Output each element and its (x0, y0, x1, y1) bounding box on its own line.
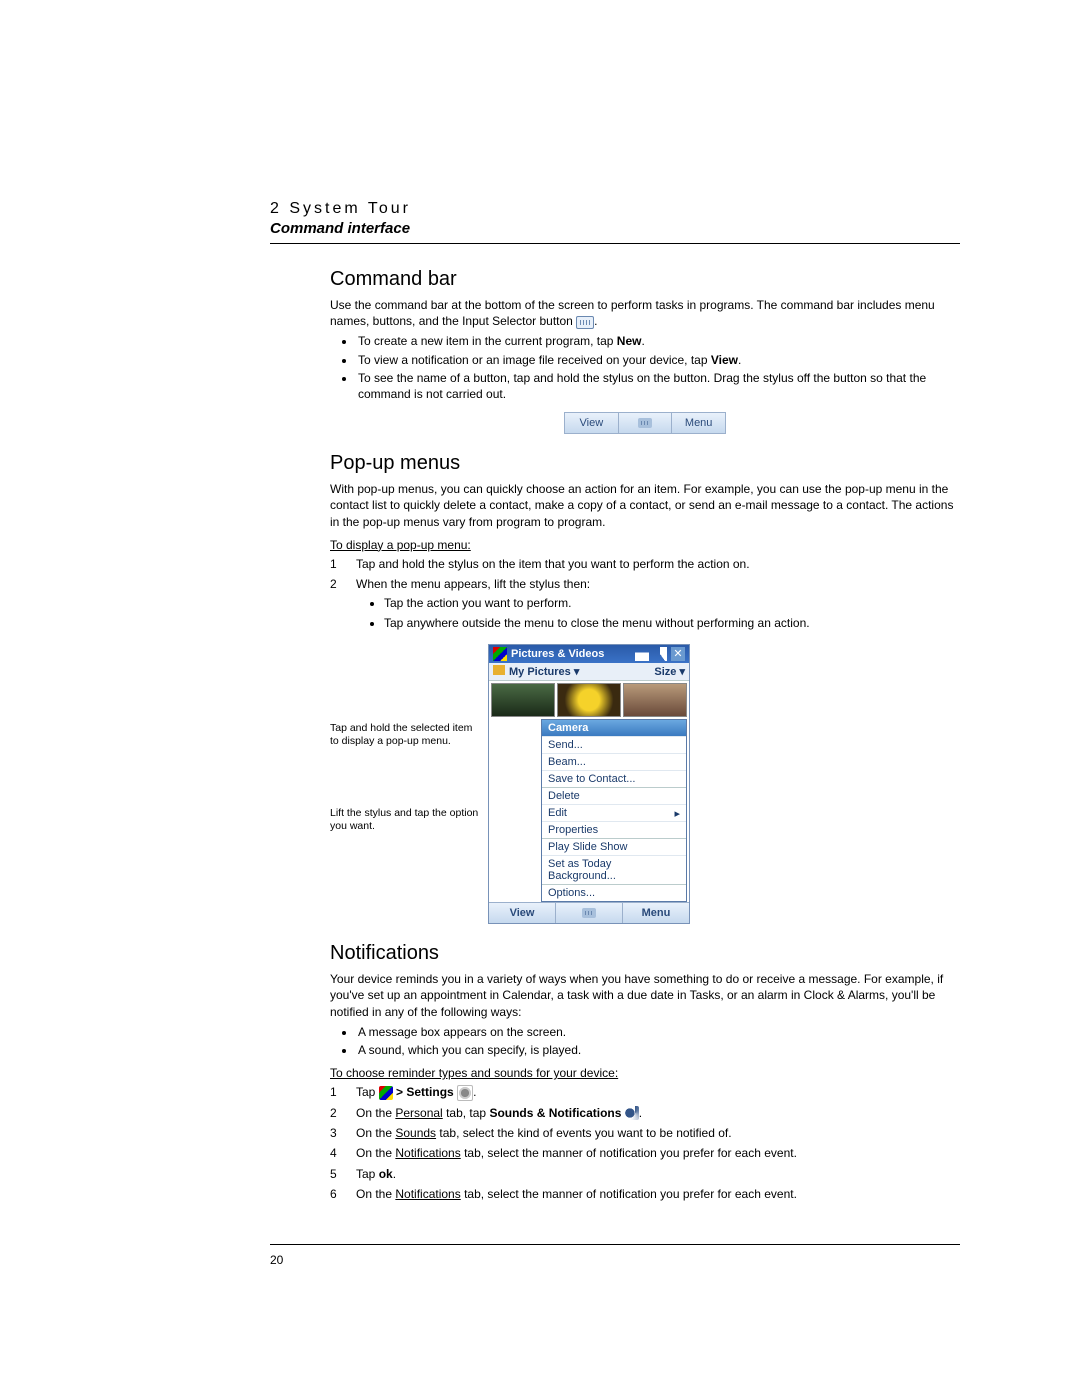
step: On the Notifications tab, select the man… (330, 1145, 960, 1162)
step: When the menu appears, lift the stylus t… (330, 576, 960, 632)
menu-item: Properties (542, 821, 686, 838)
device-menu-button: Menu (623, 903, 689, 923)
start-flag-icon (379, 1086, 393, 1100)
popup-figure: Tap and hold the selected item to displa… (330, 644, 960, 924)
section-title: Command interface (270, 220, 960, 237)
context-menu: Camera Send... Beam... Save to Contact..… (541, 719, 687, 902)
start-icon (493, 647, 507, 661)
device-titlebar: Pictures & Videos ✕ (489, 645, 689, 663)
device-command-bar: View Menu (489, 902, 689, 923)
menu-item: Save to Contact... (542, 770, 686, 787)
substep: Tap anywhere outside the menu to close t… (384, 615, 960, 632)
menu-item: Set as Today Background... (542, 855, 686, 884)
thumbnail (491, 683, 555, 717)
menu-item: Edit▸ (542, 804, 686, 821)
volume-icon (653, 647, 667, 661)
cmdbar-menu-button: Menu (672, 413, 725, 433)
header-rule (270, 243, 960, 244)
step: Tap ok. (330, 1166, 960, 1183)
thumbnail (557, 683, 621, 717)
document-page: 2 System Tour Command interface Command … (0, 0, 1080, 1347)
menu-item: Play Slide Show (542, 838, 686, 855)
menu-item: Delete (542, 787, 686, 804)
step: On the Personal tab, tap Sounds & Notifi… (330, 1105, 960, 1122)
device-view-button: View (489, 903, 556, 923)
step: On the Notifications tab, select the man… (330, 1186, 960, 1203)
figure-callouts: Tap and hold the selected item to displa… (330, 644, 488, 892)
input-selector-icon (576, 316, 594, 329)
command-bar-bullets: To create a new item in the current prog… (330, 333, 960, 402)
substep: Tap the action you want to perform. (384, 595, 960, 612)
step: On the Sounds tab, select the kind of ev… (330, 1125, 960, 1142)
chapter-title: 2 System Tour (270, 200, 960, 218)
bullet: A message box appears on the screen. (356, 1024, 960, 1040)
close-icon: ✕ (671, 647, 685, 661)
paragraph-popup: With pop-up menus, you can quickly choos… (330, 481, 960, 530)
cmdbar-view-button: View (565, 413, 619, 433)
device-subbar: My Pictures ▾ Size ▾ (489, 663, 689, 681)
command-bar-figure: View Menu (564, 412, 726, 434)
heading-notifications: Notifications (330, 942, 960, 965)
folder-icon (493, 665, 505, 675)
signal-icon (635, 647, 649, 661)
step: Tap > Settings . (330, 1084, 960, 1101)
callout-text: Tap and hold the selected item to displa… (330, 722, 480, 747)
dropdown-icon: ▾ (574, 666, 580, 678)
instruction-title-popup: To display a pop-up menu: (330, 538, 960, 552)
thumbnail (623, 683, 687, 717)
chevron-right-icon: ▸ (674, 807, 680, 820)
device-screenshot: Pictures & Videos ✕ My Pictures ▾ Size ▾ (488, 644, 690, 924)
footer-rule (270, 1244, 960, 1245)
sounds-icon (625, 1106, 639, 1120)
menu-item: Options... (542, 884, 686, 901)
notification-steps: Tap > Settings . On the Personal tab, ta… (330, 1084, 960, 1203)
callout-text: Lift the stylus and tap the option you w… (330, 807, 480, 832)
paragraph-notifications: Your device reminds you in a variety of … (330, 971, 960, 1020)
instruction-title-notifications: To choose reminder types and sounds for … (330, 1066, 960, 1080)
popup-steps: Tap and hold the stylus on the item that… (330, 556, 960, 633)
menu-header: Camera (542, 720, 686, 736)
bullet: To create a new item in the current prog… (356, 333, 960, 349)
menu-item: Send... (542, 736, 686, 753)
heading-popup-menus: Pop-up menus (330, 452, 960, 475)
cmdbar-keyboard-icon (619, 413, 673, 433)
dropdown-icon: ▾ (679, 666, 685, 678)
step: Tap and hold the stylus on the item that… (330, 556, 960, 573)
settings-icon (457, 1085, 473, 1101)
main-content: Command bar Use the command bar at the b… (330, 268, 960, 1204)
heading-command-bar: Command bar (330, 268, 960, 291)
bullet: A sound, which you can specify, is playe… (356, 1042, 960, 1058)
bullet: To view a notification or an image file … (356, 352, 960, 368)
paragraph-command-bar: Use the command bar at the bottom of the… (330, 297, 960, 329)
menu-item: Beam... (542, 753, 686, 770)
bullet: To see the name of a button, tap and hol… (356, 370, 960, 402)
thumbnail-row (489, 681, 689, 719)
page-number: 20 (270, 1253, 960, 1267)
notifications-bullets: A message box appears on the screen. A s… (330, 1024, 960, 1058)
device-keyboard-icon (556, 903, 623, 923)
